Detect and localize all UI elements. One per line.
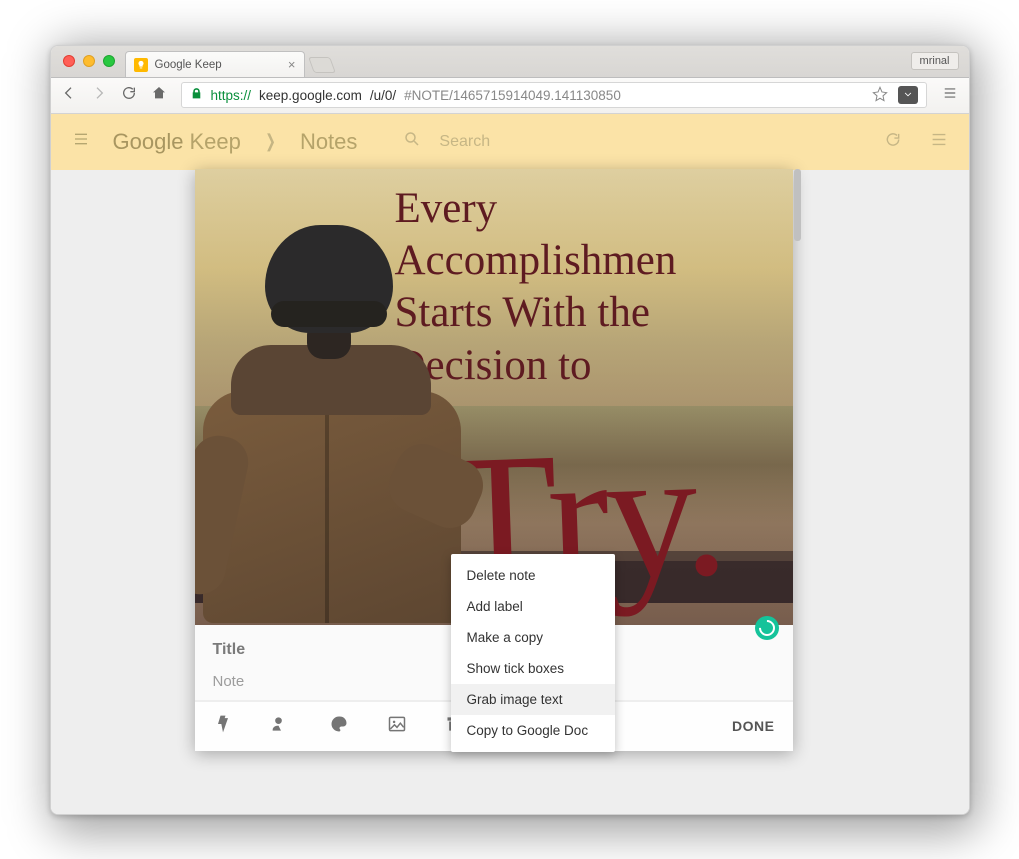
search-icon[interactable] xyxy=(403,130,421,153)
menu-item-add-label[interactable]: Add label xyxy=(451,591,615,622)
page-content: Google Keep ❯ Notes Search xyxy=(51,114,969,814)
menu-item-show-tick-boxes[interactable]: Show tick boxes xyxy=(451,653,615,684)
forward-button[interactable] xyxy=(91,85,107,105)
profile-badge[interactable]: mrinal xyxy=(911,52,959,70)
refresh-icon[interactable] xyxy=(883,131,903,153)
keep-app-bar: Google Keep ❯ Notes Search xyxy=(51,114,969,170)
chevron-right-icon: ❯ xyxy=(265,131,276,152)
tab-close-icon[interactable]: × xyxy=(288,57,296,72)
zoom-window-button[interactable] xyxy=(103,55,115,67)
search-input[interactable]: Search xyxy=(439,133,490,151)
tab-title: Google Keep xyxy=(155,59,222,71)
done-button[interactable]: DONE xyxy=(732,718,774,734)
url-host: keep.google.com xyxy=(259,88,362,103)
pocket-extension-icon[interactable] xyxy=(898,86,918,104)
bookmark-star-icon[interactable] xyxy=(872,86,888,105)
keep-brand[interactable]: Google Keep xyxy=(113,129,241,155)
color-palette-icon[interactable] xyxy=(329,714,349,739)
scrollbar-thumb[interactable] xyxy=(794,169,801,241)
add-image-icon[interactable] xyxy=(387,714,407,739)
grammarly-icon[interactable] xyxy=(755,616,779,640)
home-button[interactable] xyxy=(151,85,167,105)
url-hash: #NOTE/1465715914049.141130850 xyxy=(404,88,621,103)
person-silhouette xyxy=(195,205,455,625)
collaborator-icon[interactable] xyxy=(271,714,291,739)
brand-google: Google xyxy=(113,129,184,155)
breadcrumb[interactable]: Notes xyxy=(300,129,357,155)
menu-item-copy-to-google-doc[interactable]: Copy to Google Doc xyxy=(451,715,615,746)
remind-me-icon[interactable] xyxy=(213,714,233,739)
browser-tab[interactable]: Google Keep × xyxy=(125,51,305,77)
back-button[interactable] xyxy=(61,85,77,105)
browser-window: Google Keep × mrinal https:// keep.googl… xyxy=(50,45,970,815)
reload-button[interactable] xyxy=(121,85,137,105)
url-path: /u/0/ xyxy=(370,88,396,103)
lock-icon xyxy=(190,87,203,103)
window-controls xyxy=(51,55,115,67)
tab-strip: Google Keep × mrinal xyxy=(51,46,969,78)
menu-item-delete-note[interactable]: Delete note xyxy=(451,560,615,591)
close-window-button[interactable] xyxy=(63,55,75,67)
omnibox[interactable]: https:// keep.google.com /u/0/ #NOTE/146… xyxy=(181,82,927,108)
minimize-window-button[interactable] xyxy=(83,55,95,67)
keep-favicon-icon xyxy=(134,58,148,72)
hamburger-menu-icon[interactable] xyxy=(71,131,91,152)
view-toggle-icon[interactable] xyxy=(929,131,949,153)
new-tab-button[interactable] xyxy=(308,57,336,73)
address-bar: https:// keep.google.com /u/0/ #NOTE/146… xyxy=(51,78,969,114)
note-overflow-menu: Delete note Add label Make a copy Show t… xyxy=(451,554,615,752)
menu-item-grab-image-text[interactable]: Grab image text xyxy=(451,684,615,715)
menu-item-make-a-copy[interactable]: Make a copy xyxy=(451,622,615,653)
browser-menu-button[interactable] xyxy=(941,86,959,104)
url-scheme: https:// xyxy=(211,88,252,103)
brand-keep: Keep xyxy=(189,129,240,155)
